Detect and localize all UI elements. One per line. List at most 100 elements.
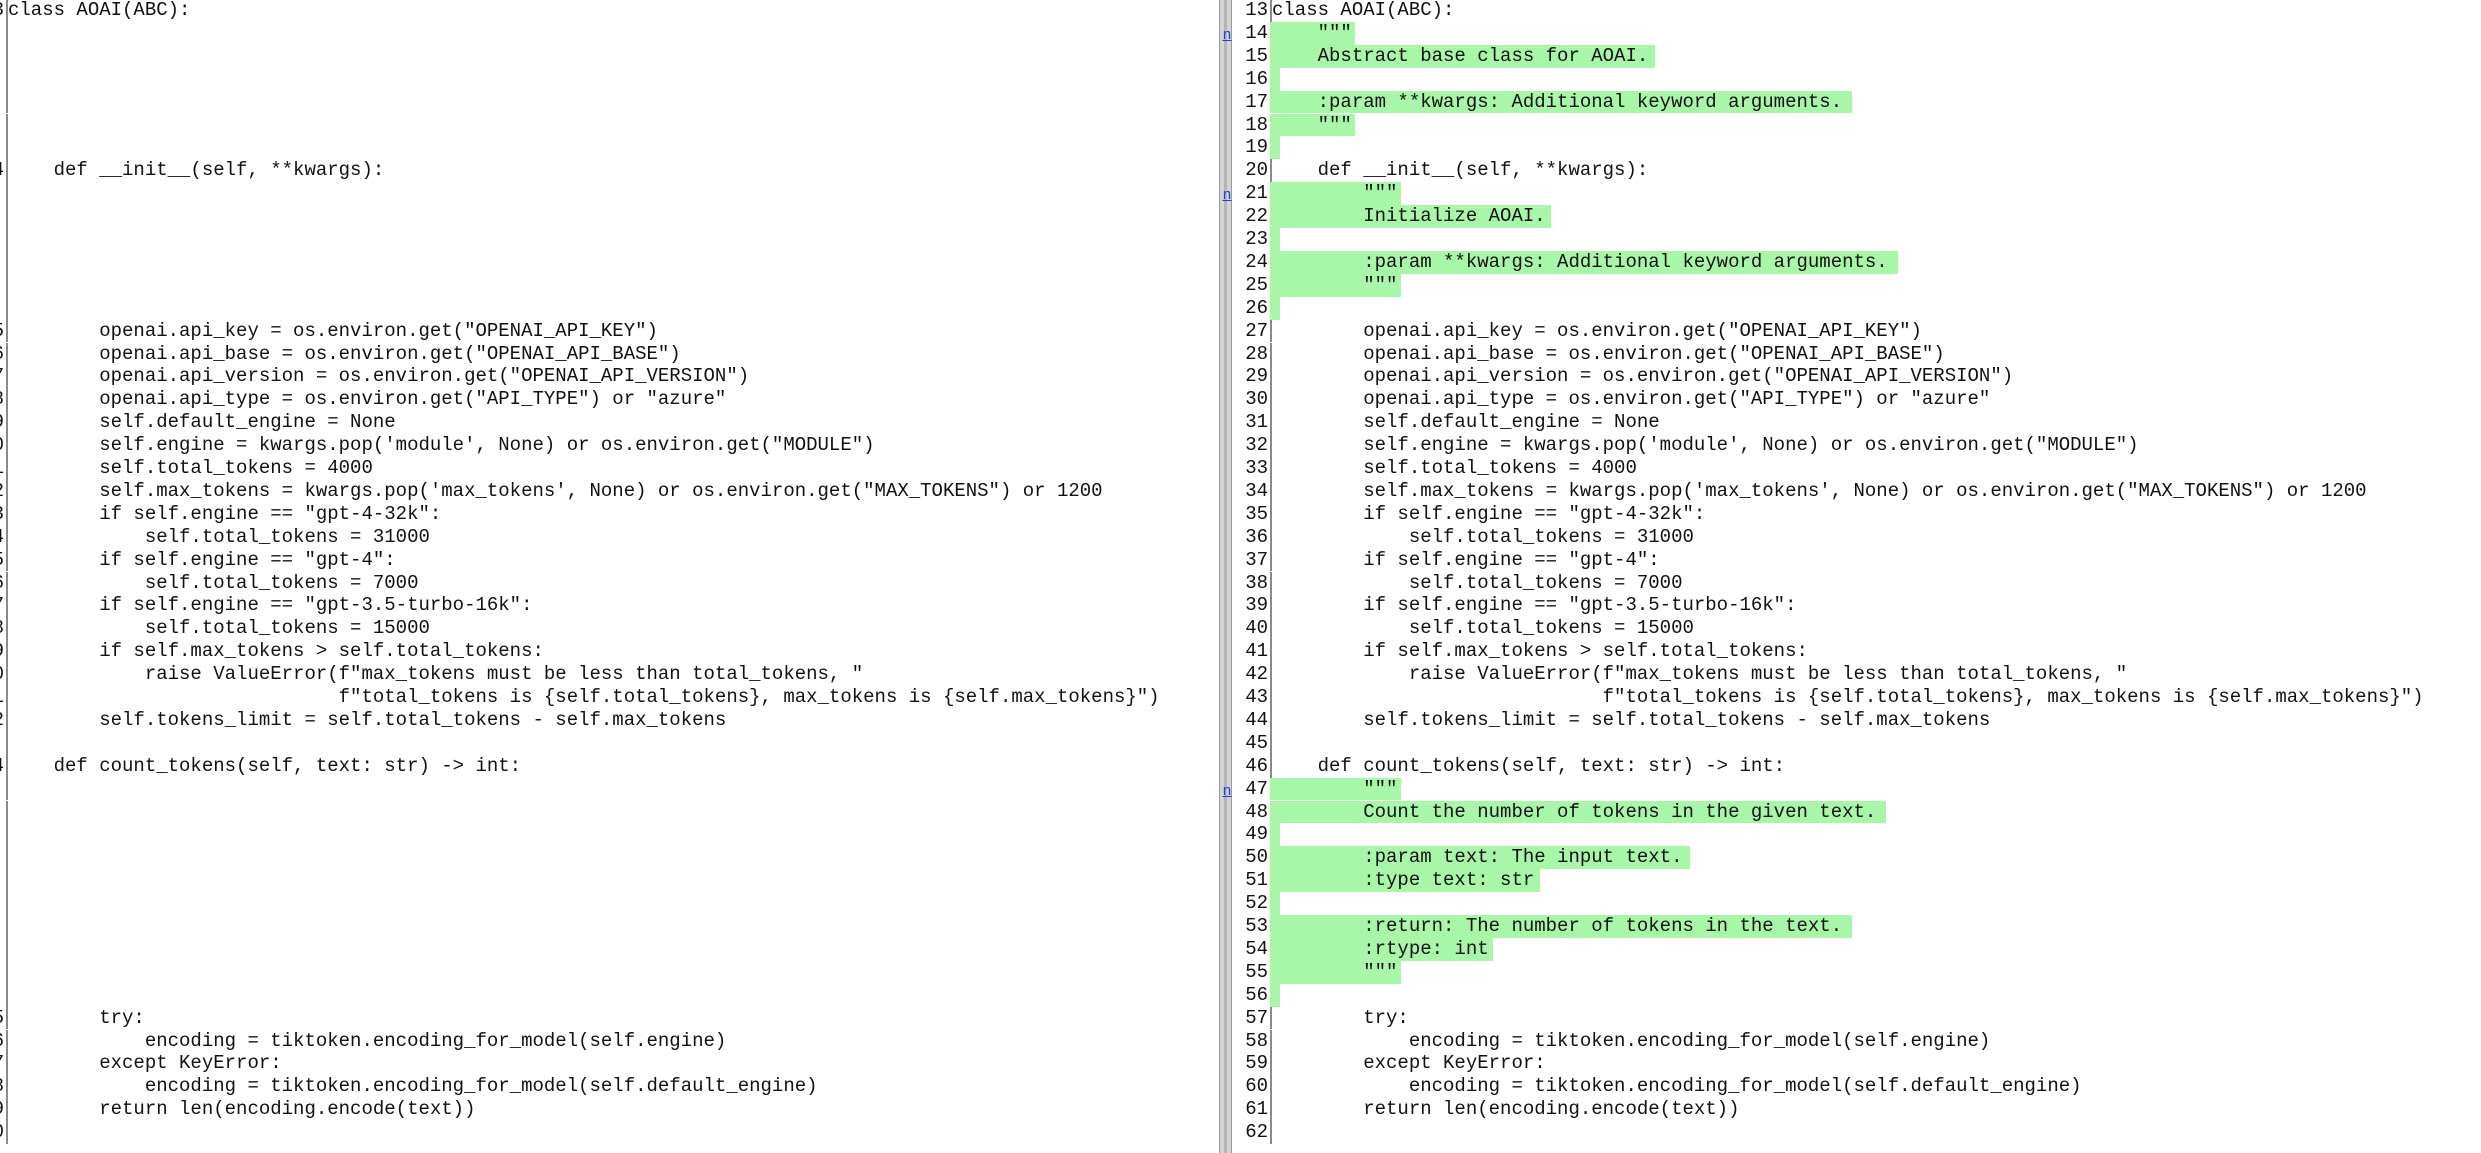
right-code-text: self.total_tokens = 7000: [1272, 571, 1683, 594]
left-line-number: [0, 869, 8, 893]
right-line-number: 57: [1232, 1006, 1272, 1030]
left-code-line: 0: [0, 1121, 1219, 1144]
left-code-line: [0, 44, 1219, 68]
left-line-number: [0, 960, 8, 984]
left-code-line: 7 except KeyError:: [0, 1052, 1219, 1076]
left-diff-pane[interactable]: 3class AOAI(ABC):4 def __init__(self, **…: [0, 0, 1219, 1153]
left-line-number: [0, 136, 8, 160]
right-code-line: 27 openai.api_key = os.environ.get("OPEN…: [1232, 319, 2481, 343]
right-line-number: 37: [1232, 548, 1272, 572]
right-code-text: def __init__(self, **kwargs):: [1272, 159, 1649, 182]
left-line-number: 8: [0, 1075, 8, 1099]
right-code-line: 19: [1232, 136, 2481, 160]
right-line-number: 32: [1232, 434, 1272, 457]
right-code-line: 21 """: [1232, 182, 2481, 206]
left-code-text: if self.max_tokens > self.total_tokens:: [8, 640, 544, 663]
right-code-line: 50 :param text: The input text.: [1232, 846, 2481, 870]
right-line-number: 44: [1232, 708, 1272, 732]
left-line-number: [0, 800, 8, 824]
right-diff-pane[interactable]: 13 class AOAI(ABC): 14 """ 15 Abstract base…: [1232, 0, 2481, 1153]
left-line-number: [0, 846, 8, 870]
right-line-number: 28: [1232, 342, 1272, 366]
left-code-line: 4 def count_tokens(self, text: str) -> i…: [0, 754, 1219, 778]
right-code-text: encoding = tiktoken.encoding_for_model(s…: [1272, 1029, 1991, 1052]
left-code-text: return len(encoding.encode(text)): [8, 1098, 476, 1121]
right-code-text: if self.max_tokens > self.total_tokens:: [1272, 640, 1808, 663]
right-code-text: openai.api_version = os.environ.get("OPE…: [1272, 365, 2014, 388]
right-line-number: 30: [1232, 388, 1272, 412]
left-code-text: openai.api_version = os.environ.get("OPE…: [8, 365, 750, 388]
right-code-line: 40 self.total_tokens = 15000: [1232, 617, 2481, 641]
left-code-line: 9 if self.max_tokens > self.total_tokens…: [0, 640, 1219, 664]
diff-next-anchor-link[interactable]: n: [1221, 781, 1233, 804]
right-code-line: 43 f"total_tokens is {self.total_tokens}…: [1232, 686, 2481, 709]
right-code-line: 15 Abstract base class for AOAI.: [1232, 44, 2481, 68]
left-line-number: [0, 296, 8, 320]
left-code-line: 9 self.default_engine = None: [0, 411, 1219, 435]
right-code-text: openai.api_key = os.environ.get("OPENAI_…: [1272, 319, 1922, 342]
right-code-line: 20 def __init__(self, **kwargs):: [1232, 159, 2481, 183]
right-code-text: :param **kwargs: Additional keyword argu…: [1272, 250, 1888, 273]
left-line-number: 9: [0, 411, 8, 435]
left-code-line: [0, 823, 1219, 847]
added-line-highlight: [1270, 823, 1280, 847]
right-code-line: 35 if self.engine == "gpt-4-32k":: [1232, 502, 2481, 526]
left-line-number: [0, 182, 8, 206]
right-code-line: 22 Initialize AOAI.: [1232, 205, 2481, 228]
right-code-line: 30 openai.api_type = os.environ.get("API…: [1232, 388, 2481, 412]
right-code-text: :rtype: int: [1272, 937, 1489, 960]
left-code-line: [0, 113, 1219, 137]
right-code-line: 62: [1232, 1121, 2481, 1144]
left-code-text: def count_tokens(self, text: str) -> int…: [8, 754, 522, 777]
added-line-highlight: [1270, 67, 1280, 91]
left-line-number: [0, 731, 8, 755]
left-code-line: [0, 205, 1219, 228]
left-line-number: 1: [0, 457, 8, 480]
diff-next-anchor-link[interactable]: n: [1221, 25, 1233, 48]
right-code-line: 36 self.total_tokens = 31000: [1232, 525, 2481, 549]
left-line-number: 3: [0, 502, 8, 526]
left-code-line: 6 encoding = tiktoken.encoding_for_model…: [0, 1029, 1219, 1053]
right-line-number: 54: [1232, 937, 1272, 961]
right-code-line: 44 self.tokens_limit = self.total_tokens…: [1232, 708, 2481, 732]
left-code-line: [0, 67, 1219, 91]
added-line-highlight: [1270, 136, 1280, 160]
right-code-text: Abstract base class for AOAI.: [1272, 44, 1649, 67]
left-line-number: [0, 90, 8, 114]
right-line-number: 50: [1232, 846, 1272, 870]
right-code-line: 59 except KeyError:: [1232, 1052, 2481, 1076]
left-code-text: if self.engine == "gpt-4":: [8, 548, 396, 571]
left-code-text: def __init__(self, **kwargs):: [8, 159, 385, 182]
pane-divider[interactable]: [1219, 0, 1232, 1153]
left-line-number: [0, 983, 8, 1007]
left-code-line: [0, 273, 1219, 297]
right-code-line: 47 """: [1232, 777, 2481, 801]
added-line-highlight: [1270, 296, 1280, 320]
added-line-highlight: [1270, 228, 1280, 251]
left-code-text: self.total_tokens = 7000: [8, 571, 419, 594]
left-code-text: try:: [8, 1006, 145, 1029]
right-line-number: 19: [1232, 136, 1272, 160]
right-line-number: 49: [1232, 823, 1272, 847]
right-line-number: 43: [1232, 686, 1272, 709]
right-line-number: 59: [1232, 1052, 1272, 1076]
left-line-number: [0, 823, 8, 847]
right-line-number: 40: [1232, 617, 1272, 641]
left-line-number: 6: [0, 342, 8, 366]
left-line-number: 0: [0, 663, 8, 686]
left-code-line: 9 return len(encoding.encode(text)): [0, 1098, 1219, 1122]
left-code-text: openai.api_base = os.environ.get("OPENAI…: [8, 342, 681, 365]
left-code-line: [0, 21, 1219, 45]
right-code-text: :param **kwargs: Additional keyword argu…: [1272, 90, 1843, 113]
left-code-text: f"total_tokens is {self.total_tokens}, m…: [8, 686, 1160, 708]
right-code-line: 16: [1232, 67, 2481, 91]
left-code-line: [0, 296, 1219, 320]
right-code-line: 41 if self.max_tokens > self.total_token…: [1232, 640, 2481, 664]
left-line-number: 5: [0, 1006, 8, 1030]
left-code-text: openai.api_key = os.environ.get("OPENAI_…: [8, 319, 658, 342]
right-code-line: 13 class AOAI(ABC):: [1232, 0, 2481, 22]
left-line-number: [0, 205, 8, 228]
right-line-number: 17: [1232, 90, 1272, 114]
diff-next-anchor-link[interactable]: n: [1221, 185, 1233, 208]
added-line-highlight: [1270, 892, 1280, 915]
